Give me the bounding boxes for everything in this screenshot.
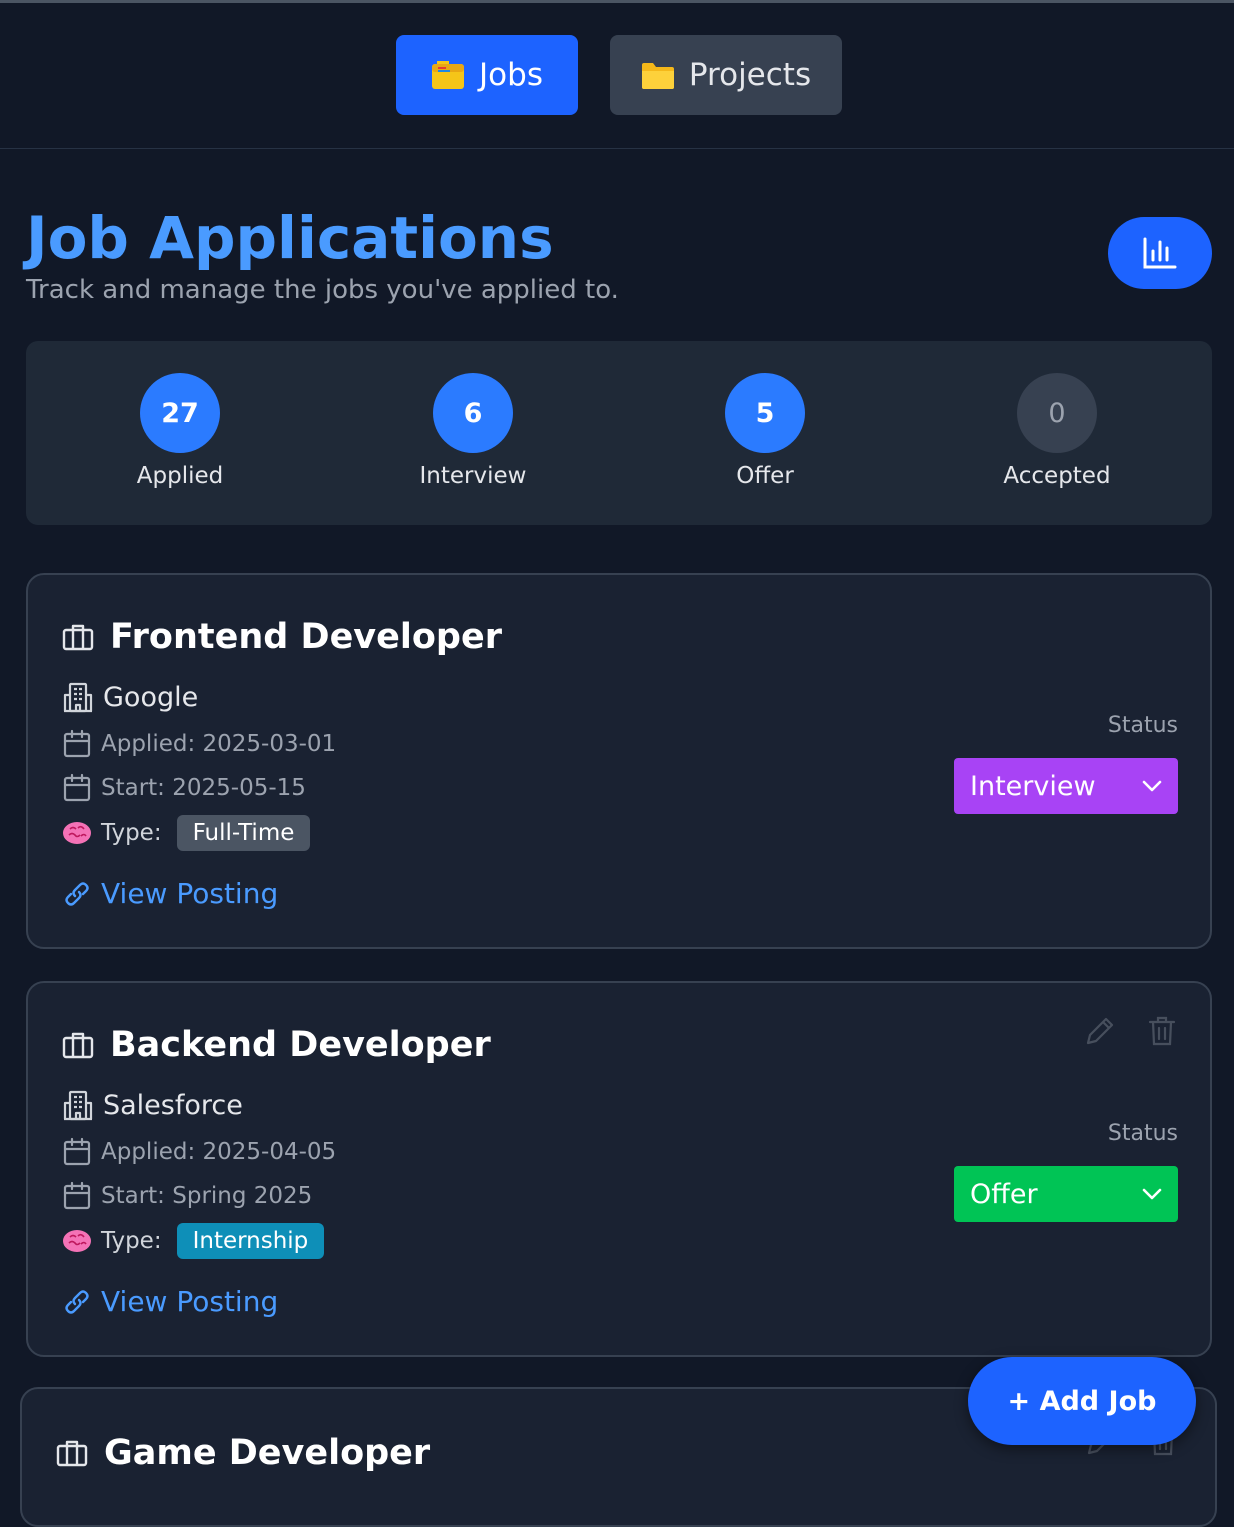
stat-interview: 6 Interview [373,373,573,489]
applied-date: Applied: 2025-04-05 [101,1139,337,1165]
briefcase-icon [62,1032,94,1059]
company-row: Salesforce [62,1089,243,1121]
chevron-down-icon [1142,780,1162,792]
stat-applied-count: 27 [140,373,220,453]
applied-row: Applied: 2025-03-01 [62,729,336,759]
stat-applied-label: Applied [136,463,224,489]
status-select[interactable]: Offer [954,1166,1178,1222]
applied-row: Applied: 2025-04-05 [62,1137,336,1167]
stat-accepted-label: Accepted [1003,463,1111,489]
page-subtitle: Track and manage the jobs you've applied… [26,275,619,305]
stat-interview-count: 6 [433,373,513,453]
status-label: Status [1107,1121,1178,1146]
job-title-row: Backend Developer [62,1025,491,1065]
applied-date: Applied: 2025-03-01 [101,731,337,757]
job-title-row: Frontend Developer [62,617,502,657]
link-icon [65,1289,89,1314]
view-posting-link[interactable]: View Posting [101,1285,278,1318]
card-index-icon [432,61,465,89]
building-icon [63,682,93,713]
calendar-icon [63,729,91,758]
add-job-button[interactable]: + Add Job [968,1357,1196,1445]
stat-applied: 27 Applied [80,373,280,489]
type-label: Type: [101,1228,162,1254]
brain-icon [63,822,91,844]
job-type-badge: Internship [176,1223,325,1259]
tab-projects-label: Projects [688,57,812,93]
type-label: Type: [101,820,162,846]
trash-icon[interactable] [1148,1015,1176,1047]
start-row: Start: Spring 2025 [62,1181,312,1211]
statistics-button[interactable] [1108,217,1212,289]
tab-jobs[interactable]: Jobs [396,35,578,115]
job-title-row: Game Developer [56,1433,430,1473]
link-icon [65,881,89,906]
status-summary: 27 Applied 6 Interview 5 Offer 0 Accepte… [26,341,1212,525]
status-value: Offer [970,1178,1038,1210]
stat-accepted-count: 0 [1017,373,1097,453]
stat-offer: 5 Offer [665,373,865,489]
building-icon [63,1090,93,1121]
company-name: Google [103,681,199,713]
calendar-icon [63,773,91,802]
job-card: Backend Developer Salesforce Applied: 20… [26,981,1212,1357]
status-label: Status [1107,713,1178,738]
status-value: Interview [970,770,1096,802]
job-type-badge: Full-Time [176,815,311,851]
type-row: Type: Internship [62,1223,325,1259]
page-title: Job Applications [26,204,554,272]
type-row: Type: Full-Time [62,815,311,851]
calendar-icon [63,1137,91,1166]
stat-interview-label: Interview [419,463,527,489]
chevron-down-icon [1142,1188,1162,1200]
calendar-icon [63,1181,91,1210]
briefcase-icon [56,1440,88,1467]
posting-link[interactable]: View Posting [62,877,278,910]
brain-icon [63,1230,91,1252]
tab-projects[interactable]: Projects [610,35,842,115]
stat-accepted: 0 Accepted [957,373,1157,489]
posting-link[interactable]: View Posting [62,1285,278,1318]
bar-chart-icon [1143,237,1177,269]
job-title: Game Developer [104,1433,431,1473]
company-row: Google [62,681,198,713]
briefcase-icon [62,624,94,651]
tab-jobs-label: Jobs [479,57,543,93]
job-title: Frontend Developer [110,617,502,657]
start-row: Start: 2025-05-15 [62,773,306,803]
job-card: Frontend Developer Google Applied: 2025-… [26,573,1212,949]
stat-offer-count: 5 [725,373,805,453]
stat-offer-label: Offer [736,463,794,489]
company-name: Salesforce [103,1089,243,1121]
top-navigation: Jobs Projects [0,3,1234,149]
status-select[interactable]: Interview [954,758,1178,814]
start-date: Start: Spring 2025 [101,1183,313,1209]
card-actions [1084,1015,1176,1047]
job-title: Backend Developer [110,1025,491,1065]
folder-icon [641,63,674,89]
view-posting-link[interactable]: View Posting [101,877,278,910]
start-date: Start: 2025-05-15 [101,775,306,801]
pencil-icon[interactable] [1084,1015,1116,1047]
